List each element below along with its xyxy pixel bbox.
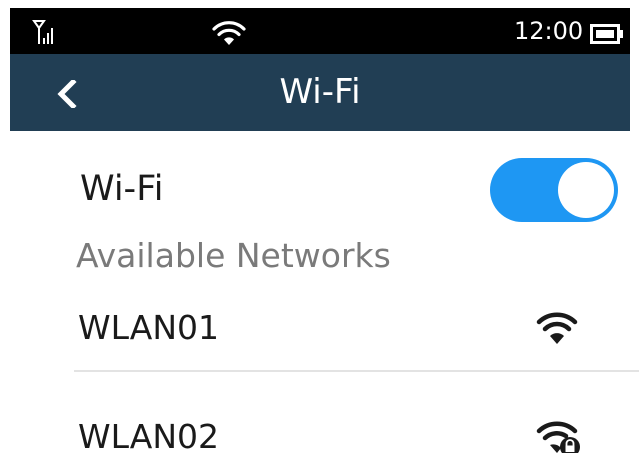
network-name: WLAN01 <box>78 308 220 347</box>
status-bar: 12:00 <box>10 8 630 54</box>
network-item-wlan01[interactable]: WLAN01 <box>0 288 639 366</box>
signal-icon <box>32 20 53 44</box>
wifi-toggle-switch[interactable] <box>490 158 618 222</box>
wifi-status-icon <box>212 21 246 45</box>
back-button[interactable] <box>50 74 86 114</box>
wifi-toggle-row: Wi-Fi <box>0 150 639 230</box>
available-networks-header: Available Networks <box>76 236 391 275</box>
network-name: WLAN02 <box>78 417 220 453</box>
toggle-knob <box>558 162 614 218</box>
wifi-locked-icon <box>536 421 580 453</box>
battery-icon <box>590 24 623 44</box>
wifi-signal-icon <box>536 312 578 344</box>
chevron-left-icon <box>57 80 77 108</box>
wifi-toggle-label: Wi-Fi <box>80 169 164 209</box>
list-divider <box>74 370 639 372</box>
nav-bar: Wi-Fi <box>10 54 630 131</box>
network-item-wlan02[interactable]: WLAN02 <box>0 397 639 453</box>
status-time: 12:00 <box>514 17 584 45</box>
page-title: Wi-Fi <box>279 72 361 112</box>
